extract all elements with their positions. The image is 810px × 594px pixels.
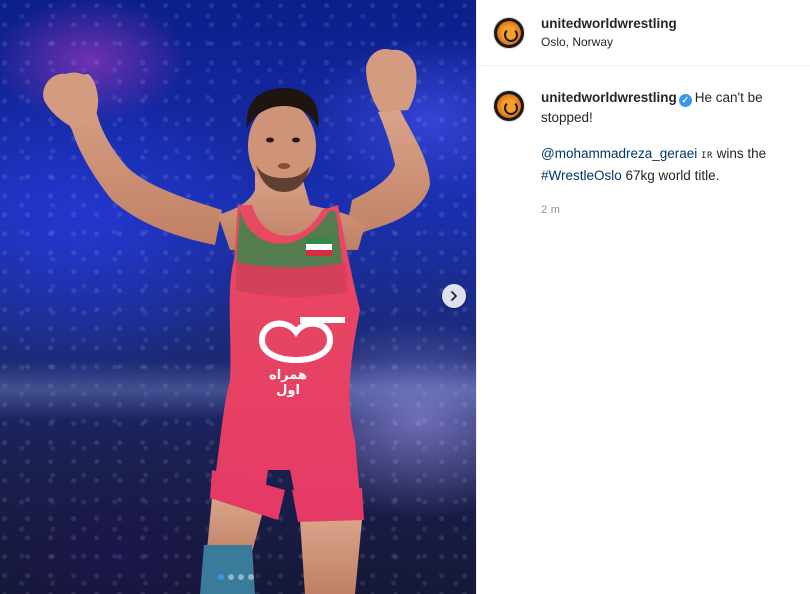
caption-end-text: 67kg world title.	[621, 168, 720, 183]
header-username[interactable]: unitedworldwrestling	[541, 16, 677, 31]
caption-username[interactable]: unitedworldwrestling	[541, 90, 677, 105]
post-sidebar: unitedworldwrestling Oslo, Norway united…	[476, 0, 810, 594]
carousel-dot	[248, 574, 254, 580]
uww-logo-icon[interactable]	[493, 90, 525, 122]
uww-logo-icon[interactable]	[493, 16, 525, 49]
carousel-next-button[interactable]	[442, 284, 466, 308]
verified-badge-icon: ✓	[678, 93, 692, 107]
caption-comment: unitedworldwrestling ✓ He can't be stopped…	[477, 66, 810, 220]
post-timestamp[interactable]: 2 m	[541, 200, 781, 220]
instagram-post: همراه اول unitedworldwrestling Oslo, Nor…	[0, 0, 810, 594]
flag-code: IR	[701, 151, 713, 161]
chevron-right-icon	[451, 291, 457, 301]
sponsor-script: همراه اول	[269, 368, 307, 398]
post-header: unitedworldwrestling Oslo, Norway	[477, 0, 810, 66]
caption-second-paragraph: @mohammadreza_geraei IR wins the #Wrestl…	[541, 144, 781, 186]
carousel-dot	[228, 574, 234, 580]
wrestler-figure	[43, 48, 430, 594]
header-text: unitedworldwrestling Oslo, Norway	[541, 16, 677, 49]
caption-body: unitedworldwrestling ✓ He can't be stopped…	[541, 88, 781, 220]
carousel-dot	[238, 574, 244, 580]
header-location[interactable]: Oslo, Norway	[541, 35, 677, 49]
caption-hashtag-link[interactable]: #WrestleOslo	[541, 168, 622, 183]
caption-mid-text: wins the	[712, 146, 767, 161]
caption-mention-link[interactable]: @mohammadreza_geraei	[541, 146, 697, 161]
carousel-dot	[218, 574, 224, 580]
post-photo[interactable]: همراه اول	[0, 0, 476, 594]
caption-first-paragraph: unitedworldwrestling ✓ He can't be stopped…	[541, 88, 781, 128]
carousel-dots	[218, 574, 254, 580]
